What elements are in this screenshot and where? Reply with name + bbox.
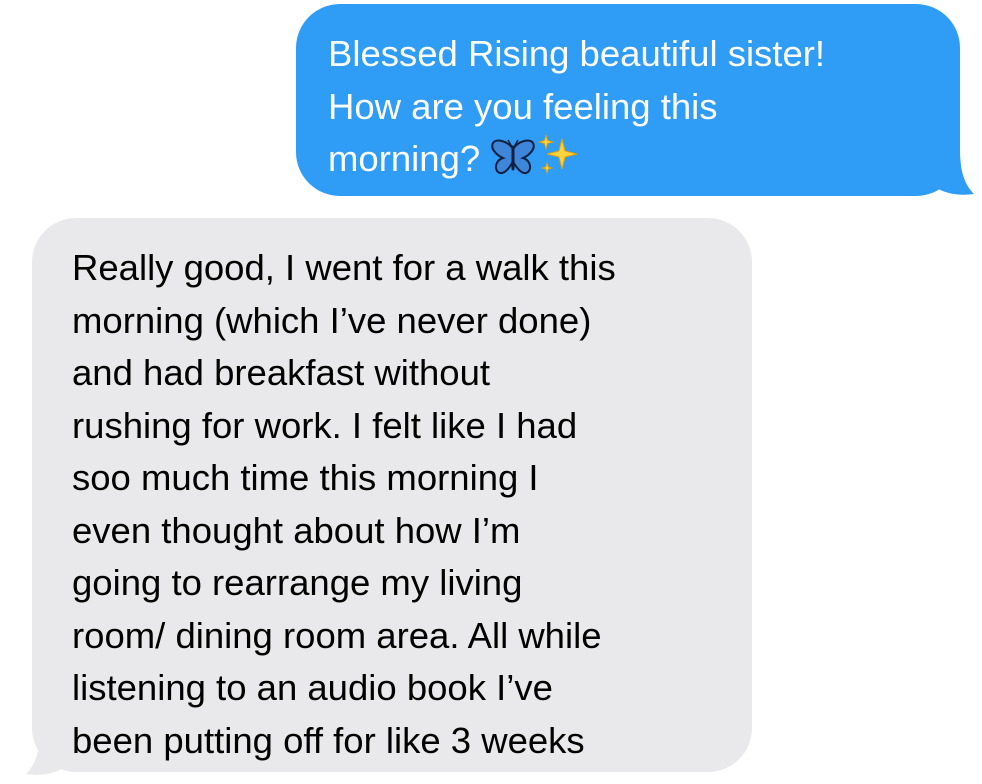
message-line: morning (which I’ve never done) [72,299,592,341]
message-line: soo much time this morning I [72,457,539,498]
sent-message-bubble[interactable]: Blessed Rising beautiful sister! How are… [296,4,960,196]
sent-message-text: Blessed Rising beautiful sister! How are… [328,28,930,192]
message-line: morning? [328,138,481,179]
message-line: Really good, I went for a walk this [72,247,616,288]
message-line: listening to an audio book I’ve [72,667,553,708]
received-message-bubble[interactable]: Really good, I went for a walk this morn… [32,218,752,772]
received-message-text: Really good, I went for a walk this morn… [72,242,732,767]
message-line: and had breakfast without [72,352,491,393]
message-line: room/ dining room area. All while [72,614,602,656]
received-bubble-tail [26,730,66,775]
message-line: How are you feeling this [328,85,718,127]
message-line: rushing for work. I felt like I had [72,404,578,446]
sparkles-icon [536,133,580,192]
butterfly-icon [490,139,536,192]
message-line: going to rearrange my living [72,562,523,603]
message-line-with-emoji: morning? [328,133,930,192]
message-thread: Blessed Rising beautiful sister! How are… [0,0,982,784]
message-line: even thought about how I’m [72,509,521,551]
sent-bubble-tail [934,150,974,195]
message-line: Blessed Rising beautiful sister! [328,33,826,74]
message-line: been putting off for like 3 weeks [72,719,585,761]
